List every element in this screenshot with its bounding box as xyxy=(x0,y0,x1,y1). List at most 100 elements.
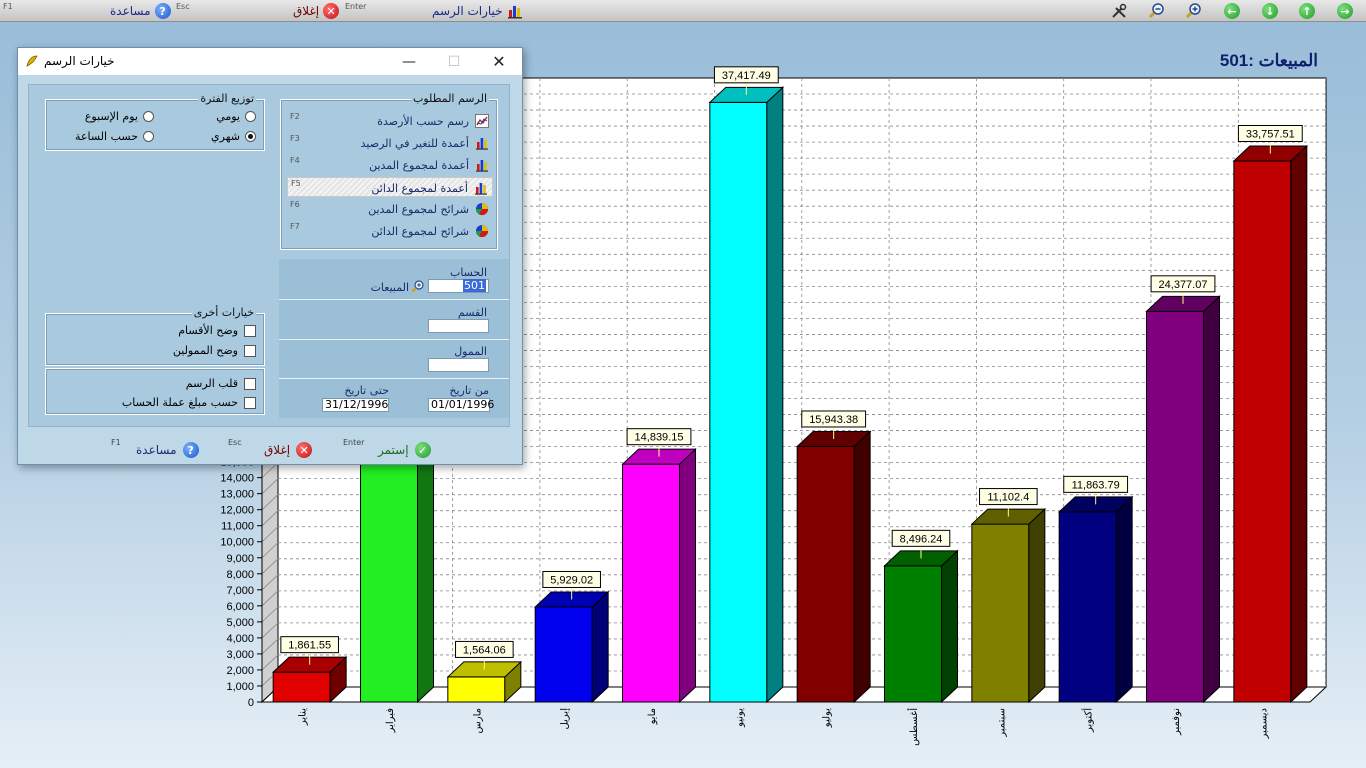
x-tick-label: إبريل xyxy=(560,708,571,730)
data-label: 15,943.38 xyxy=(809,414,858,426)
option-key: F7 xyxy=(290,222,300,231)
bar-side xyxy=(1290,144,1308,704)
y-tick-label: 4,000 xyxy=(226,633,254,645)
checkmark-icon: ✓ xyxy=(414,442,431,458)
account-label: الحساب xyxy=(449,266,487,279)
option-label: أعمدة للتغير في الرصيد xyxy=(360,137,469,150)
required-chart-group: الرسم المطلوب F2 رسم حسب الأرصدة F3 أعمد… xyxy=(280,92,498,250)
bar-side xyxy=(853,430,871,704)
bar-front xyxy=(534,606,593,703)
by-currency-box[interactable] xyxy=(244,396,256,409)
other-options-legend: خيارات أخرى xyxy=(191,306,256,319)
to-date-field[interactable]: 31/12/1996 xyxy=(322,398,389,412)
x-tick-label: يوليو xyxy=(822,708,833,728)
x-tick-label: مايو xyxy=(647,708,658,725)
bar-chart-icon xyxy=(476,138,488,150)
option-bars-debit-total[interactable]: F4 أعمدة لمجموع المدين xyxy=(287,155,493,175)
bar-front xyxy=(796,445,855,703)
other-options-group: خيارات أخرى وضح الأقسام وضح الممولين xyxy=(45,306,265,366)
dialog-continue-button[interactable]: إستمر ✓ xyxy=(378,442,431,458)
radio-weekday[interactable]: يوم الإسبوع xyxy=(85,110,154,123)
option-label: شرائح لمجموع المدين xyxy=(368,203,469,216)
radio-hourly-button[interactable] xyxy=(143,131,154,142)
close-key-hint: Esc xyxy=(228,438,242,447)
option-pie-credit-total[interactable]: F7 شرائح لمجموع الدائن xyxy=(287,221,493,241)
dialog-help-button[interactable]: مساعدة ? xyxy=(136,442,199,458)
bar-side xyxy=(766,86,784,704)
show-financiers-box[interactable] xyxy=(244,344,256,357)
maximize-icon[interactable]: ☐ xyxy=(431,48,477,75)
dialog-help-label: مساعدة xyxy=(136,443,177,457)
minimize-icon[interactable]: — xyxy=(386,48,432,75)
radio-daily-label: يومي xyxy=(216,110,240,123)
radio-weekday-label: يوم الإسبوع xyxy=(84,110,138,123)
y-tick-label: 14,000 xyxy=(220,473,254,485)
account-name: المبيعات xyxy=(370,281,409,294)
dialog-close-button[interactable]: إغلاق ✕ xyxy=(264,442,313,458)
y-tick-label: 9,000 xyxy=(226,553,254,565)
radio-daily-button[interactable] xyxy=(245,111,256,122)
option-key: F4 xyxy=(290,156,300,165)
dialog-title-bar: خيارات الرسم — ☐ ✕ xyxy=(18,48,522,75)
x-tick-label: فبراير xyxy=(385,708,396,734)
app-icon xyxy=(26,55,38,67)
bar-side xyxy=(1115,495,1133,704)
radio-monthly[interactable]: شهري xyxy=(211,130,256,143)
chart-options-dialog: خيارات الرسم — ☐ ✕ توزيع الفترة يومي يوم… xyxy=(17,47,523,465)
from-date-field[interactable]: 01/01/1996 xyxy=(428,398,494,412)
account-number-field[interactable]: 501 xyxy=(428,279,489,293)
option-pie-debit-total[interactable]: F6 شرائح لمجموع المدين xyxy=(287,199,493,219)
y-tick-label: 10,000 xyxy=(220,537,254,549)
y-tick-label: 6,000 xyxy=(226,601,254,613)
x-tick-label: سبتمبر xyxy=(996,708,1007,738)
x-tick-label: نوفمبر xyxy=(1171,708,1182,736)
radio-weekday-button[interactable] xyxy=(143,111,154,122)
required-chart-legend: الرسم المطلوب xyxy=(411,92,489,105)
bar-side xyxy=(1203,295,1220,704)
y-tick-label: 7,000 xyxy=(226,585,254,597)
option-bars-balance-change[interactable]: F3 أعمدة للتغير في الرصيد xyxy=(287,133,493,153)
x-tick-label: أغسطس xyxy=(907,708,920,746)
search-icon[interactable] xyxy=(411,279,425,293)
financier-label: الممول xyxy=(454,345,487,358)
data-label: 5,929.02 xyxy=(550,574,593,586)
option-label: أعمدة لمجموع الدائن xyxy=(371,182,468,195)
radio-hourly[interactable]: حسب الساعة xyxy=(75,130,154,143)
dialog-close-icon[interactable]: ✕ xyxy=(476,48,522,75)
option-key: F5 xyxy=(291,179,301,188)
show-financiers-checkbox[interactable]: وضح الممولين xyxy=(173,344,256,357)
option-bars-credit-total[interactable]: F5 أعمدة لمجموع الدائن xyxy=(287,177,493,197)
option-line-by-balance[interactable]: F2 رسم حسب الأرصدة xyxy=(287,111,493,131)
bar-chart-icon xyxy=(476,160,488,172)
flip-chart-checkbox[interactable]: قلب الرسم xyxy=(186,377,256,390)
data-label: 11,102.4 xyxy=(987,492,1029,504)
close-icon: ✕ xyxy=(296,442,313,458)
data-label: 24,377.07 xyxy=(1159,279,1208,291)
pie-chart-icon xyxy=(476,225,488,238)
bar-front xyxy=(622,463,680,703)
x-tick-label: ديسمبر xyxy=(1258,708,1269,739)
flip-chart-box[interactable] xyxy=(244,377,256,390)
y-tick-label: 8,000 xyxy=(226,569,254,581)
radio-daily[interactable]: يومي xyxy=(216,110,256,123)
help-key-hint: F1 xyxy=(111,438,121,447)
show-departments-box[interactable] xyxy=(244,324,256,337)
x-tick-label: أكتوبر xyxy=(1082,708,1095,733)
department-field[interactable] xyxy=(428,319,489,333)
account-number-value: 501 xyxy=(463,279,486,292)
radio-monthly-button[interactable] xyxy=(245,131,256,142)
bar-front xyxy=(447,676,506,703)
x-tick-label: يناير xyxy=(298,708,309,726)
show-departments-checkbox[interactable]: وضح الأقسام xyxy=(178,324,256,337)
bar-side xyxy=(1028,507,1046,704)
y-tick-label: 11,000 xyxy=(221,521,254,533)
bar-front xyxy=(1146,310,1204,703)
line-chart-icon xyxy=(475,114,489,128)
by-currency-checkbox[interactable]: حسب مبلغ عملة الحساب xyxy=(122,396,256,409)
bar-side xyxy=(941,549,958,704)
option-label: شرائح لمجموع الدائن xyxy=(371,225,469,238)
financier-field[interactable] xyxy=(428,358,489,372)
account-panel: الحساب 501 المبيعات القسم الممول من تاري… xyxy=(279,259,509,418)
show-departments-label: وضح الأقسام xyxy=(178,324,238,337)
radio-hourly-label: حسب الساعة xyxy=(75,130,138,143)
